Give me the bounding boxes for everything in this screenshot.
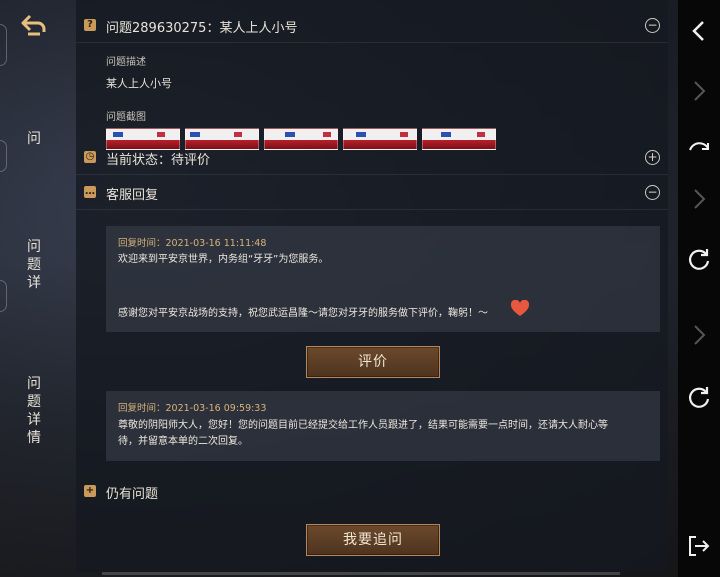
still-issue-header[interactable]: + 仍有问题: [76, 476, 668, 508]
heart-emoji-icon: [511, 300, 529, 316]
question-header[interactable]: ? 问题289630275：某人上人小号 −: [76, 10, 668, 43]
tab-question-details[interactable]: 问 题 详 情: [14, 375, 54, 447]
chevron-left-icon[interactable]: [686, 18, 712, 44]
desc-text: 某人上人小号: [106, 77, 172, 90]
reply-box: 回复时间：2021-03-16 11:11:48 欢迎来到平安京世界，内务组“牙…: [106, 226, 660, 332]
rate-button[interactable]: 评价: [306, 346, 440, 378]
chevron-right-icon[interactable]: [686, 186, 712, 212]
back-arrow-icon[interactable]: [20, 12, 48, 38]
scrollbar[interactable]: [102, 572, 620, 575]
tab-decoration: [0, 24, 7, 66]
reply-box: 回复时间：2021-03-16 09:59:33 尊敬的阴阳师大人，您好！您的问…: [106, 391, 660, 461]
screenshot-label: 问题截图: [106, 112, 146, 123]
reply-text: 感谢您对平安京战场的支持，祝您武运昌隆～请您对牙牙的服务做下评价，鞠躬！～: [118, 308, 488, 319]
still-issue-title: 仍有问题: [106, 487, 159, 502]
tab-question[interactable]: 问: [14, 130, 54, 148]
ticket-panel: ? 问题289630275：某人上人小号 − 问题描述 某人上人小号 问题截图 …: [76, 0, 668, 572]
chevron-right-icon[interactable]: [686, 322, 712, 348]
collapse-icon[interactable]: −: [645, 185, 660, 200]
reply-time: 回复时间：2021-03-16 09:59:33: [118, 403, 267, 414]
reply-time: 回复时间：2021-03-16 11:11:48: [118, 238, 267, 249]
chevron-right-icon[interactable]: [686, 78, 712, 104]
status-header[interactable]: ◷ 当前状态：待评价 +: [76, 142, 668, 175]
expand-icon[interactable]: +: [645, 150, 660, 165]
exit-icon[interactable]: [686, 533, 712, 559]
tab-decoration: [0, 140, 7, 172]
left-tab-strip: 问 问 题 详 问 题 详 情: [0, 0, 72, 577]
reply-text: 欢迎来到平安京世界，内务组“牙牙”为您服务。: [118, 254, 329, 265]
tab-question-detail[interactable]: 问 题 详: [14, 238, 54, 292]
tab-decoration: [0, 280, 7, 312]
plus-square-icon: +: [84, 485, 96, 497]
question-mark-icon: ?: [84, 19, 96, 31]
followup-button[interactable]: 我要追问: [306, 524, 440, 556]
refresh-icon[interactable]: [686, 247, 712, 273]
question-title: 问题289630275：某人上人小号: [106, 21, 298, 36]
chat-bubble-icon: …: [84, 186, 96, 198]
right-nav-strip: [678, 0, 720, 577]
reply-text: 待，并留意本单的二次回复。: [118, 436, 248, 447]
service-title: 客服回复: [106, 188, 159, 203]
reply-text: 尊敬的阴阳师大人，您好！您的问题目前已经提交给工作人员跟进了，结果可能需要一点时…: [118, 420, 608, 431]
refresh-icon[interactable]: [686, 140, 712, 166]
refresh-icon[interactable]: [686, 385, 712, 411]
status-title: 当前状态：待评价: [106, 153, 211, 168]
collapse-icon[interactable]: −: [645, 18, 660, 33]
clock-icon: ◷: [84, 151, 96, 163]
desc-label: 问题描述: [106, 57, 146, 68]
service-header[interactable]: … 客服回复 −: [76, 177, 668, 210]
